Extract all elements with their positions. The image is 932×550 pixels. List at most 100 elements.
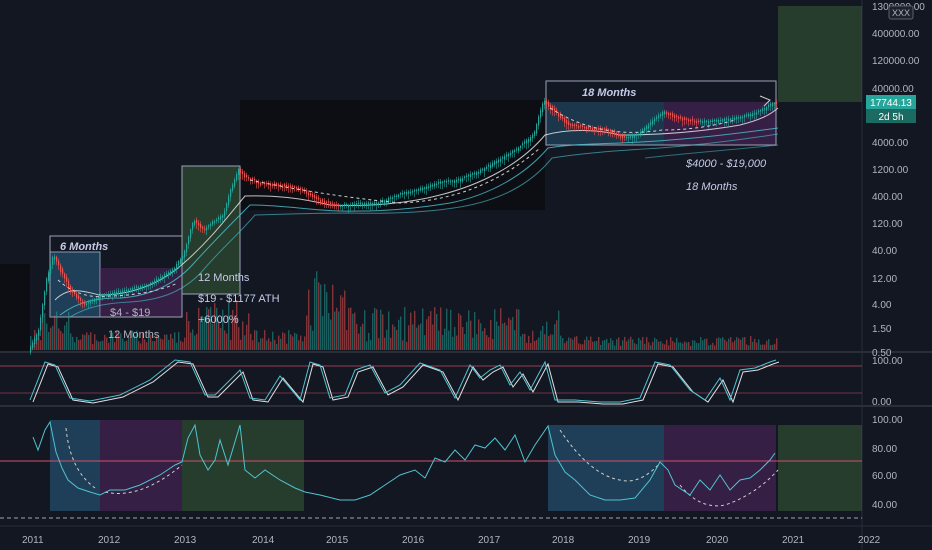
candle [198, 222, 200, 226]
candle [648, 124, 650, 129]
candle [290, 185, 292, 188]
candle [152, 282, 154, 285]
volume-bar [316, 271, 318, 350]
candle [692, 119, 694, 121]
volume-bar [612, 340, 614, 350]
candle [324, 200, 326, 204]
volume-bar [486, 335, 488, 350]
volume-bar [214, 303, 216, 350]
volume-bar [92, 343, 94, 350]
candle [172, 269, 174, 273]
volume-bar [720, 338, 722, 350]
candle [752, 113, 754, 116]
volume-bar [410, 312, 412, 350]
volume-bar [290, 334, 292, 350]
candle [210, 224, 212, 226]
volume-bar [176, 342, 178, 350]
volume-bar [268, 338, 270, 350]
volume-bar [302, 341, 304, 350]
candle [754, 112, 756, 115]
dark-region-2014 [240, 100, 545, 210]
volume-bar [226, 333, 228, 350]
candle [246, 174, 248, 178]
volume-bar [590, 336, 592, 350]
candle [112, 292, 114, 295]
candle [136, 286, 138, 288]
countdown-badge-label: 2d 5h [878, 112, 903, 123]
candle [626, 136, 628, 139]
price-badge: 17744.13 [866, 95, 916, 109]
volume-bar [72, 336, 74, 350]
volume-bar [650, 345, 652, 350]
candle [358, 202, 360, 205]
stoch-pane[interactable] [0, 359, 862, 405]
candle [226, 203, 228, 211]
candle [506, 154, 508, 157]
price-axis[interactable]: 1300000.00400000.00120000.0040000.001200… [872, 2, 925, 359]
volume-bar [664, 344, 666, 350]
candle [530, 137, 532, 142]
volume-bar [618, 337, 620, 350]
volume-bar [452, 336, 454, 350]
volume-bar [396, 330, 398, 350]
candle [714, 119, 716, 122]
volume-bar [264, 330, 266, 350]
candle [542, 103, 544, 113]
candle [258, 182, 260, 184]
candle [734, 117, 736, 121]
bitcoin-chart[interactable]: 6 Months $4 - $19 12 Months 12 Months $1… [0, 0, 932, 550]
volume-bar [536, 339, 538, 350]
dark-region-2011 [0, 264, 30, 352]
candle [474, 172, 476, 175]
candle [174, 267, 176, 272]
rsi-axis[interactable]: 100.00 80.00 60.00 40.00 [872, 415, 903, 511]
candle [92, 299, 94, 302]
candle [508, 153, 510, 157]
candle [296, 187, 298, 189]
candle [650, 122, 652, 126]
volume-bar [692, 340, 694, 350]
volume-bar [630, 336, 632, 350]
candle [656, 117, 658, 119]
stoch-axis[interactable]: 100.00 0.00 [872, 356, 903, 408]
candle [260, 182, 262, 185]
rsi-pane[interactable] [0, 420, 862, 519]
volume-bar [296, 333, 298, 350]
candle [604, 128, 606, 130]
candle [510, 152, 512, 156]
volume-bar [512, 317, 514, 350]
volume-bar [758, 339, 760, 350]
volume-bar [418, 325, 420, 350]
candle [420, 187, 422, 191]
volume-bar [460, 315, 462, 350]
volume-bar [344, 290, 346, 350]
candle [468, 174, 470, 177]
volume-bar [218, 321, 220, 350]
candle [488, 164, 490, 167]
volume-bar [694, 340, 696, 350]
symbol-badge[interactable]: XXX [888, 5, 914, 20]
candle [476, 172, 478, 176]
candle [742, 116, 744, 119]
candle [426, 186, 428, 190]
volume-bar [394, 326, 396, 350]
volume-bar [284, 333, 286, 350]
candle [126, 289, 128, 292]
volume-bar [444, 328, 446, 350]
candle [618, 133, 620, 137]
candle [84, 302, 86, 305]
volume-bar [718, 337, 720, 350]
candle [668, 113, 670, 116]
candle [500, 158, 502, 162]
volume-bar [108, 342, 110, 350]
candle [484, 168, 486, 172]
time-axis[interactable]: 2011 2012 2013 2014 2015 2016 2017 2018 2019 2020… [22, 535, 881, 546]
volume-bar [646, 337, 648, 350]
volume-bar [674, 342, 676, 350]
candle [718, 119, 720, 123]
price-tick: 120000.00 [872, 56, 920, 67]
volume-bar [90, 332, 92, 350]
volume-bar [412, 324, 414, 350]
volume-bar [250, 333, 252, 350]
candle [540, 110, 542, 118]
